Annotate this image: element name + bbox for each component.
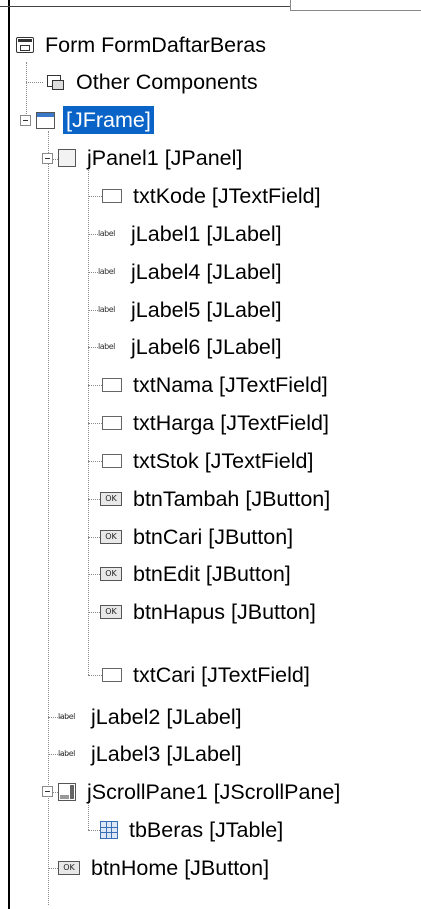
- tree-node-jlabel3[interactable]: label jLabel3 [JLabel]: [58, 737, 245, 771]
- tree-node-jlabel2[interactable]: label jLabel2 [JLabel]: [58, 700, 245, 734]
- label-icon: label: [58, 712, 75, 721]
- tree-node-btnhome[interactable]: OK btnHome [JButton]: [58, 851, 272, 885]
- tree-line: [88, 537, 100, 538]
- tree-line: [88, 574, 100, 575]
- tree-line: [88, 310, 98, 311]
- button-icon: OK: [58, 861, 80, 875]
- tree-node-txtharga[interactable]: txtHarga [JTextField]: [102, 406, 332, 440]
- textfield-icon: [102, 378, 122, 392]
- tree-node-label: jLabel5 [JLabel]: [131, 298, 282, 322]
- tree-node-label: txtHarga [JTextField]: [133, 411, 329, 435]
- tree-node-txtkode[interactable]: txtKode [JTextField]: [102, 179, 324, 213]
- tree-node-label: Form FormDaftarBeras: [45, 33, 267, 57]
- tree-node-label: jLabel2 [JLabel]: [91, 705, 242, 729]
- tree-node-label: btnEdit [JButton]: [133, 562, 291, 586]
- tree-line: [88, 675, 102, 676]
- tree-node-jlabel6[interactable]: label jLabel6 [JLabel]: [98, 330, 285, 364]
- tree-node-label: tbBeras [JTable]: [129, 818, 284, 842]
- tree-node-btncari[interactable]: OK btnCari [JButton]: [100, 520, 296, 554]
- tree-node-label: txtStok [JTextField]: [133, 449, 314, 473]
- textfield-icon: [102, 668, 122, 682]
- tree-line: [88, 196, 102, 197]
- tree-node-btntambah[interactable]: OK btnTambah [JButton]: [100, 482, 333, 516]
- collapse-toggle-jscrollpane1[interactable]: [42, 786, 53, 797]
- tree-node-label: jPanel1 [JPanel]: [87, 146, 243, 170]
- textfield-icon: [102, 189, 122, 203]
- label-icon: label: [98, 267, 115, 276]
- button-icon: OK: [100, 530, 122, 544]
- tree-node-label: txtKode [JTextField]: [133, 184, 321, 208]
- tree-node-jlabel1[interactable]: label jLabel1 [JLabel]: [98, 217, 285, 251]
- jframe-icon: [36, 111, 55, 129]
- tree-line: [88, 385, 102, 386]
- label-icon: label: [58, 749, 75, 758]
- tree-node-txtstok[interactable]: txtStok [JTextField]: [102, 444, 316, 478]
- tree-node-other-components[interactable]: Other Components: [45, 65, 261, 99]
- tree-node-jpanel1[interactable]: jPanel1 [JPanel]: [58, 141, 245, 175]
- other-components-icon: [45, 73, 65, 91]
- form-icon: [16, 37, 34, 53]
- table-icon: [100, 821, 118, 839]
- tree-line: [88, 272, 98, 273]
- tree-node-jscrollpane1[interactable]: jScrollPane1 [JScrollPane]: [58, 775, 343, 809]
- label-icon: label: [98, 342, 115, 351]
- tree-node-jlabel5[interactable]: label jLabel5 [JLabel]: [98, 293, 285, 327]
- tree-node-label: [JFrame]: [62, 105, 155, 135]
- label-icon: label: [98, 229, 115, 238]
- tree-node-tbberas[interactable]: tbBeras [JTable]: [100, 813, 286, 847]
- tree-line: [88, 423, 102, 424]
- tree-node-label: btnCari [JButton]: [133, 525, 294, 549]
- textfield-icon: [102, 454, 122, 468]
- tree-node-txtcari[interactable]: txtCari [JTextField]: [102, 658, 313, 692]
- tree-line: [26, 82, 43, 83]
- button-icon: OK: [100, 567, 122, 581]
- tree-node-label: jLabel6 [JLabel]: [131, 335, 282, 359]
- tree-line: [88, 347, 98, 348]
- tree-node-label: jLabel3 [JLabel]: [91, 742, 242, 766]
- tree-node-label: btnHapus [JButton]: [133, 600, 316, 624]
- tree-line: [88, 830, 100, 831]
- button-icon: OK: [100, 492, 122, 506]
- textfield-icon: [102, 416, 122, 430]
- tree-node-jlabel4[interactable]: label jLabel4 [JLabel]: [98, 255, 285, 289]
- tree-node-label: Other Components: [76, 70, 258, 94]
- tree-node-label: jLabel1 [JLabel]: [131, 222, 282, 246]
- tree-node-label: jLabel4 [JLabel]: [131, 260, 282, 284]
- collapse-toggle-jpanel1[interactable]: [42, 153, 53, 164]
- tree-node-label: btnHome [JButton]: [91, 856, 270, 880]
- tree-node-label: txtCari [JTextField]: [133, 663, 310, 687]
- tree-line: [88, 499, 100, 500]
- jpanel-icon: [58, 149, 76, 167]
- tree-node-form[interactable]: Form FormDaftarBeras: [16, 28, 269, 62]
- tree-line: [88, 612, 100, 613]
- collapse-toggle-jframe[interactable]: [20, 115, 31, 126]
- tree-node-btnhapus[interactable]: OK btnHapus [JButton]: [100, 595, 319, 629]
- tree-line: [88, 234, 98, 235]
- tree-node-label: btnTambah [JButton]: [133, 487, 331, 511]
- label-icon: label: [98, 305, 115, 314]
- button-icon: OK: [100, 605, 122, 619]
- tree-node-jframe[interactable]: [JFrame]: [36, 103, 155, 137]
- tree-node-label: txtNama [JTextField]: [133, 373, 328, 397]
- scrollpane-icon: [58, 783, 76, 801]
- tree-node-label: jScrollPane1 [JScrollPane]: [87, 780, 341, 804]
- tree-node-txtnama[interactable]: txtNama [JTextField]: [102, 368, 331, 402]
- component-tree: Form FormDaftarBeras Other Components [J…: [0, 0, 421, 909]
- tree-node-btnedit[interactable]: OK btnEdit [JButton]: [100, 557, 294, 591]
- tree-line: [88, 461, 102, 462]
